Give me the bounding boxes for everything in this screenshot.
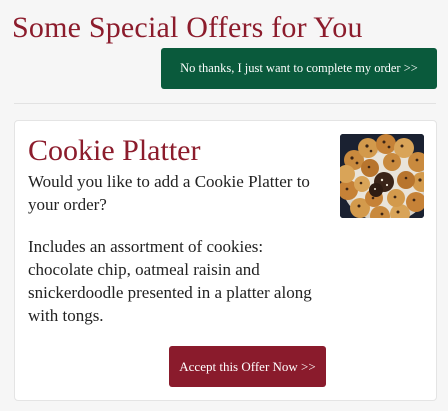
accept-offer-button[interactable]: Accept this Offer Now >> <box>169 346 326 387</box>
cookie-platter-image <box>340 134 424 218</box>
offer-question: Would you like to add a Cookie Platter t… <box>28 172 310 214</box>
offer-description: Includes an assortment of cookies: choco… <box>28 237 312 325</box>
decline-offer-button[interactable]: No thanks, I just want to complete my or… <box>161 48 437 89</box>
cookie-platter-illustration <box>340 134 424 218</box>
offer-title: Cookie Platter <box>28 134 201 167</box>
page-title: Some Special Offers for You <box>12 11 363 44</box>
divider <box>14 103 436 104</box>
offer-card: Cookie Platter Would you like to add a C… <box>14 120 437 401</box>
